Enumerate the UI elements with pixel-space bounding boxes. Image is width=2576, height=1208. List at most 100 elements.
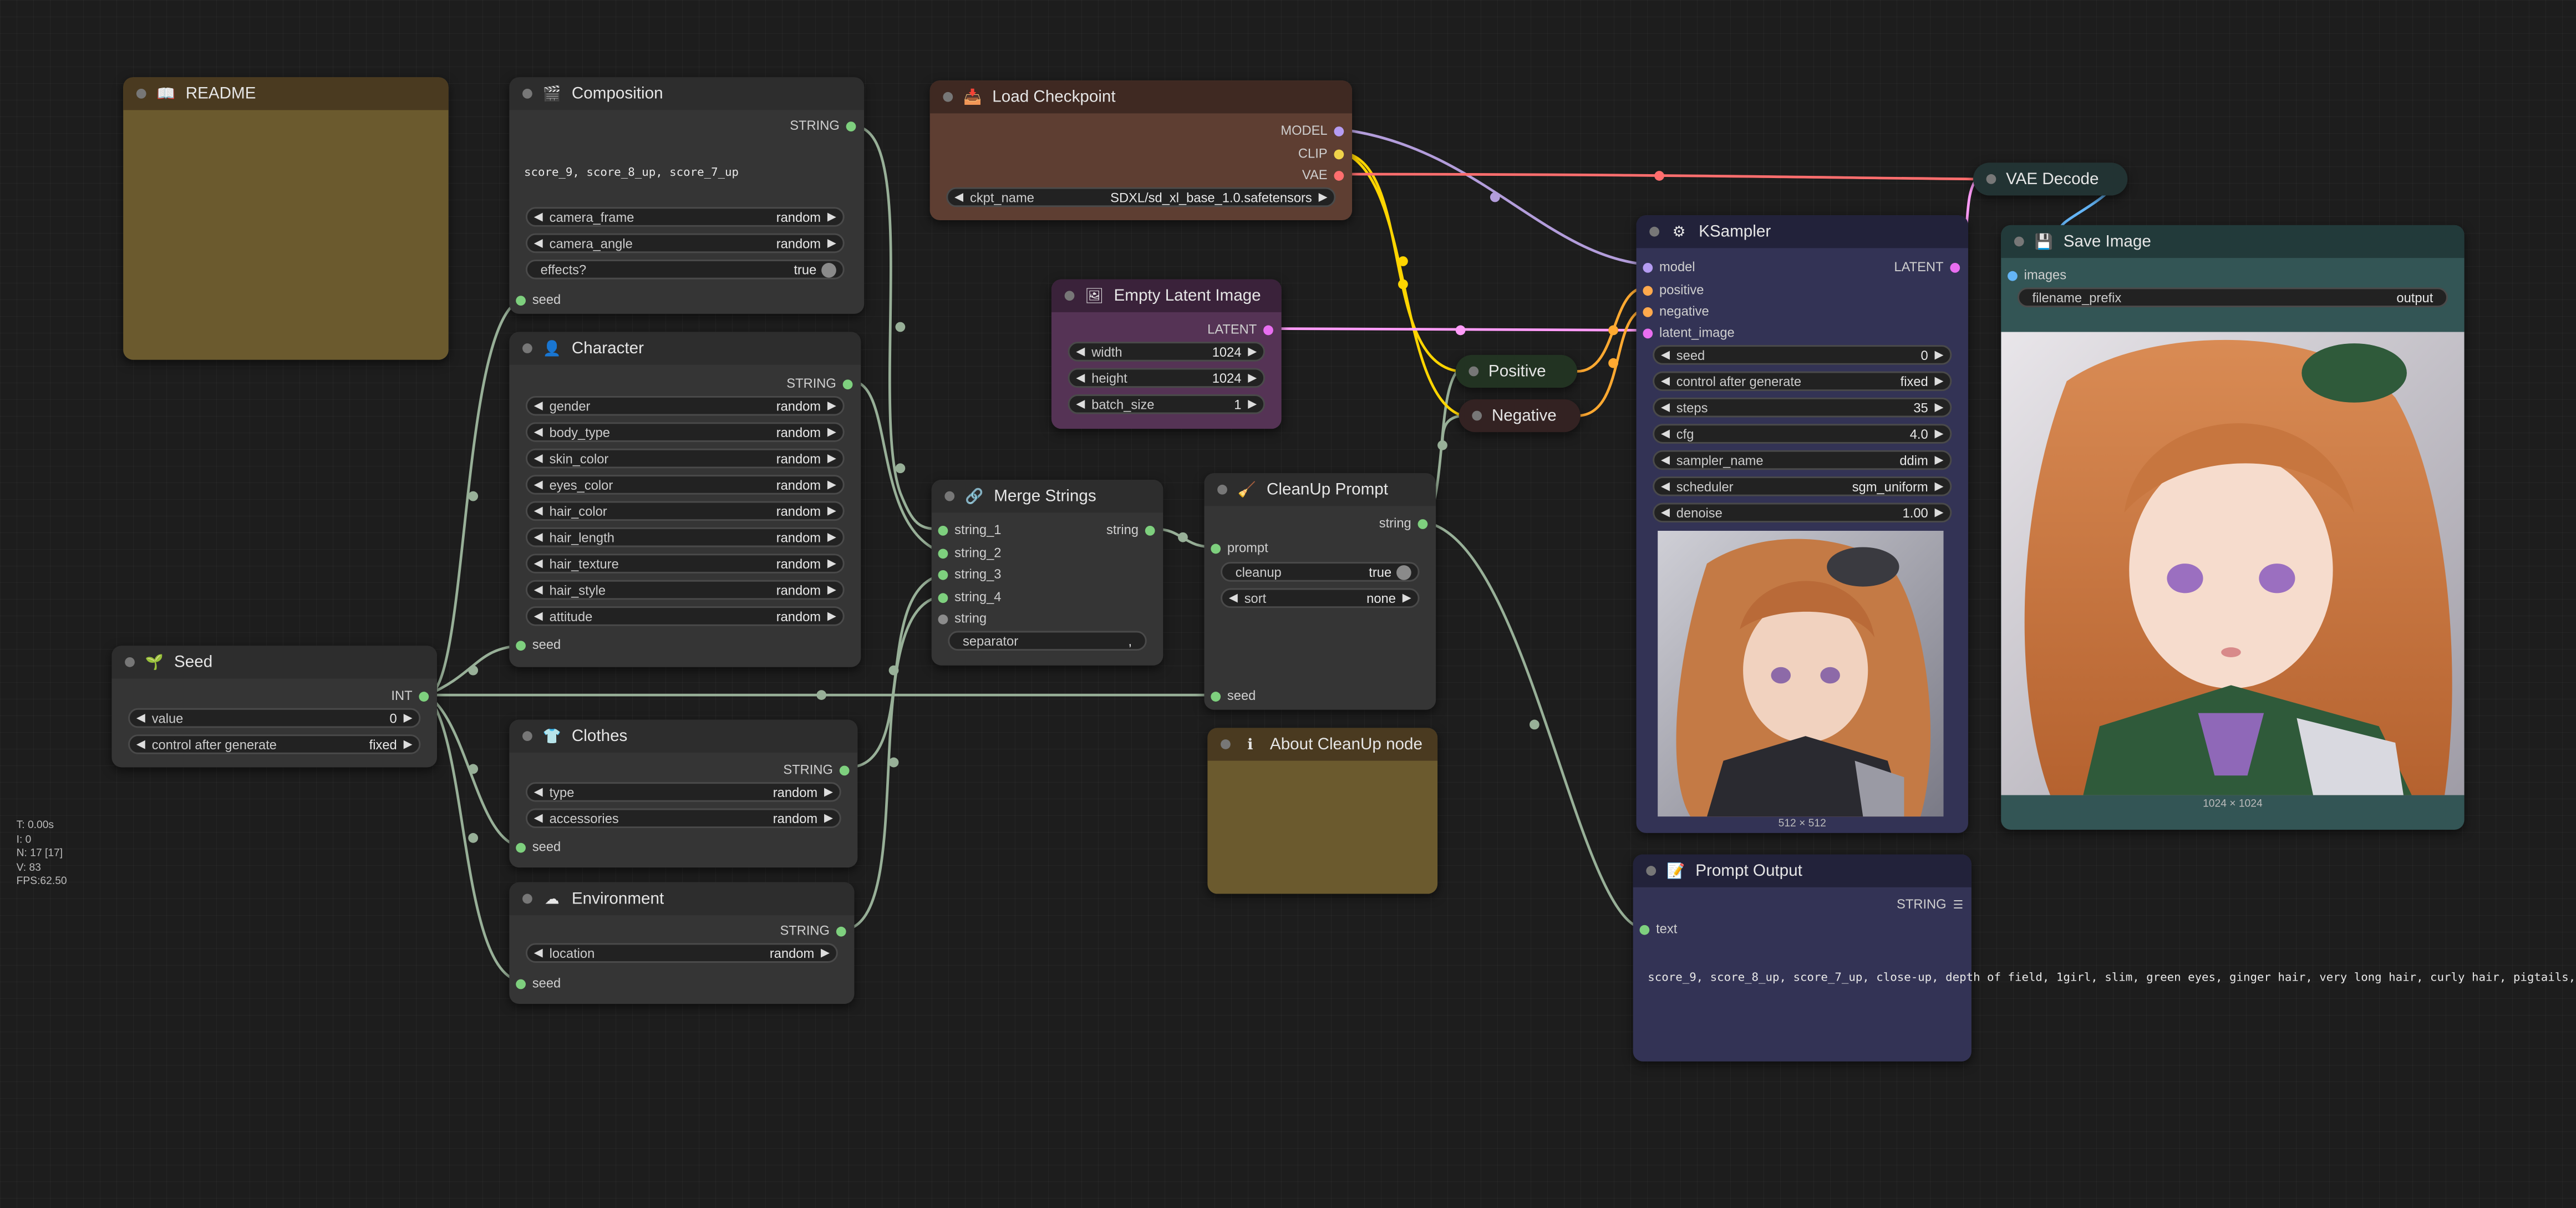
arrow-left-icon[interactable]: ◀	[534, 531, 543, 544]
arrow-right-icon[interactable]: ▶	[827, 504, 836, 517]
arrow-left-icon[interactable]: ◀	[534, 946, 543, 960]
output-slot-vae[interactable]: VAE	[1302, 168, 1344, 182]
collapse-dot-icon[interactable]	[1986, 174, 1996, 184]
arrow-right-icon[interactable]: ▶	[827, 478, 836, 491]
slot-dot-icon[interactable]	[516, 295, 526, 305]
collapse-dot-icon[interactable]	[1649, 226, 1660, 237]
hair-texture-combo[interactable]: ◀ hair_texture random ▶	[525, 554, 845, 573]
slot-dot-icon[interactable]	[1334, 125, 1344, 136]
arrow-right-icon[interactable]: ▶	[1935, 374, 1944, 388]
arrow-left-icon[interactable]: ◀	[534, 811, 543, 825]
arrow-right-icon[interactable]: ▶	[827, 583, 836, 597]
batch-size-number[interactable]: ◀ batch_size 1 ▶	[1068, 394, 1266, 414]
positive-node[interactable]: Positive	[1455, 354, 1577, 388]
filename-prefix-text[interactable]: filename_prefix output	[2017, 287, 2448, 307]
slot-dot-icon[interactable]	[516, 639, 526, 650]
slot-dot-icon[interactable]	[1334, 149, 1344, 159]
slot-dot-icon[interactable]	[846, 120, 856, 131]
arrow-right-icon[interactable]: ▶	[1935, 506, 1944, 519]
node-header[interactable]: 🎬 Composition	[509, 77, 865, 110]
arrow-left-icon[interactable]: ◀	[534, 583, 543, 597]
collapse-dot-icon[interactable]	[944, 491, 955, 501]
collapse-dot-icon[interactable]	[1646, 866, 1657, 876]
input-slot-seed[interactable]: seed	[516, 292, 561, 307]
node-header[interactable]: 🖼 Empty Latent Image	[1051, 279, 1282, 312]
node-header[interactable]: 🧹 CleanUp Prompt	[1204, 473, 1436, 506]
arrow-left-icon[interactable]: ◀	[534, 557, 543, 570]
arrow-left-icon[interactable]: ◀	[534, 399, 543, 413]
hair-color-combo[interactable]: ◀ hair_color random ▶	[525, 501, 845, 521]
collapse-dot-icon[interactable]	[943, 92, 953, 102]
sort-combo[interactable]: ◀ sort none ▶	[1221, 588, 1420, 608]
arrow-left-icon[interactable]: ◀	[136, 712, 145, 725]
input-slot-seed[interactable]: seed	[1211, 688, 1256, 703]
arrow-right-icon[interactable]: ▶	[404, 712, 413, 725]
collapse-dot-icon[interactable]	[1469, 366, 1479, 377]
arrow-right-icon[interactable]: ▶	[1248, 372, 1257, 384]
arrow-left-icon[interactable]: ◀	[1076, 398, 1085, 411]
input-slot-string-5[interactable]: string	[938, 611, 987, 626]
node-header[interactable]: VAE Decode	[1973, 163, 2127, 195]
node-header[interactable]: 👕 Clothes	[509, 719, 858, 753]
node-graph-canvas[interactable]: T: 0.00s I: 0 N: 17 [17] V: 83 FPS:62.50…	[0, 0, 2576, 1207]
output-slot-latent[interactable]: LATENT	[1894, 260, 1960, 275]
empty-latent-image-node[interactable]: 🖼 Empty Latent Image LATENT ◀ width 1024 ▶ …	[1051, 279, 1282, 429]
input-slot-string-1[interactable]: string_1	[938, 522, 1001, 537]
input-slot-string-2[interactable]: string_2	[938, 546, 1001, 560]
slot-dot-icon[interactable]	[516, 842, 526, 852]
width-number[interactable]: ◀ width 1024 ▶	[1068, 342, 1266, 362]
slot-dot-icon[interactable]	[938, 569, 948, 580]
slot-dot-icon[interactable]	[836, 926, 846, 936]
body-type-combo[interactable]: ◀ body_type random ▶	[525, 422, 845, 442]
slot-dot-icon[interactable]	[938, 547, 948, 558]
seed-value-number[interactable]: ◀ value 0 ▶	[128, 708, 421, 728]
arrow-left-icon[interactable]: ◀	[954, 191, 963, 204]
steps-number[interactable]: ◀ steps 35 ▶	[1653, 397, 1952, 418]
save-image-node[interactable]: 💾 Save Image images filename_prefix outpu…	[2001, 225, 2465, 830]
slot-dot-icon[interactable]	[1643, 327, 1653, 338]
negative-node[interactable]: Negative	[1459, 399, 1581, 433]
arrow-right-icon[interactable]: ▶	[1248, 398, 1257, 411]
slot-dot-icon[interactable]	[1643, 262, 1653, 272]
input-slot-seed[interactable]: seed	[516, 840, 561, 854]
arrow-left-icon[interactable]: ◀	[534, 785, 543, 799]
slot-dot-icon[interactable]	[2008, 270, 2018, 281]
slot-dot-icon[interactable]	[516, 978, 526, 988]
arrow-left-icon[interactable]: ◀	[534, 237, 543, 250]
arrow-left-icon[interactable]: ◀	[1661, 374, 1670, 388]
prompt-textarea[interactable]: score_9, score_8_up, score_7_up	[524, 166, 739, 179]
arrow-right-icon[interactable]: ▶	[404, 738, 413, 751]
slot-dot-icon[interactable]	[1334, 170, 1344, 180]
node-header[interactable]: 📥 Load Checkpoint	[929, 80, 1353, 114]
output-slot-string[interactable]: STRING	[786, 376, 853, 391]
accessories-combo[interactable]: ◀ accessories random ▶	[525, 808, 841, 829]
gender-combo[interactable]: ◀ gender random ▶	[525, 395, 845, 416]
input-slot-negative[interactable]: negative	[1643, 304, 1709, 319]
cfg-number[interactable]: ◀ cfg 4.0 ▶	[1653, 424, 1952, 444]
effects-toggle[interactable]: effects? true	[525, 260, 845, 280]
height-number[interactable]: ◀ height 1024 ▶	[1068, 368, 1266, 388]
arrow-right-icon[interactable]: ▶	[827, 557, 836, 570]
environment-node[interactable]: ☁ Environment STRING ◀ location random ▶ se…	[509, 882, 855, 1004]
arrow-right-icon[interactable]: ▶	[821, 946, 830, 960]
control-after-generate-combo[interactable]: ◀ control after generate fixed ▶	[128, 734, 421, 754]
control-after-generate-combo[interactable]: ◀ control after generate fixed ▶	[1653, 371, 1952, 392]
collapse-dot-icon[interactable]	[136, 88, 146, 99]
slot-dot-icon[interactable]	[1145, 525, 1155, 535]
output-slot-model[interactable]: MODEL	[1281, 123, 1344, 138]
arrow-left-icon[interactable]: ◀	[1661, 427, 1670, 440]
arrow-left-icon[interactable]: ◀	[534, 210, 543, 224]
slot-dot-icon[interactable]	[1639, 924, 1650, 935]
node-header[interactable]: 📖 README	[123, 77, 449, 110]
slot-dot-icon[interactable]	[1211, 691, 1221, 701]
character-node[interactable]: 👤 Character STRING ◀ gender random ▶ ◀ body_…	[509, 332, 861, 667]
separator-text[interactable]: separator,	[948, 631, 1147, 651]
composition-node[interactable]: 🎬 Composition STRING score_9, score_8_up…	[509, 77, 865, 314]
arrow-right-icon[interactable]: ▶	[1935, 348, 1944, 362]
collapse-dot-icon[interactable]	[522, 343, 532, 353]
arrow-left-icon[interactable]: ◀	[1661, 401, 1670, 414]
arrow-left-icon[interactable]: ◀	[1076, 372, 1085, 384]
about-cleanup-node[interactable]: ℹ About CleanUp node	[1207, 728, 1438, 894]
clothes-node[interactable]: 👕 Clothes STRING ◀ type random ▶ ◀ accessori…	[509, 719, 858, 868]
arrow-left-icon[interactable]: ◀	[534, 504, 543, 517]
